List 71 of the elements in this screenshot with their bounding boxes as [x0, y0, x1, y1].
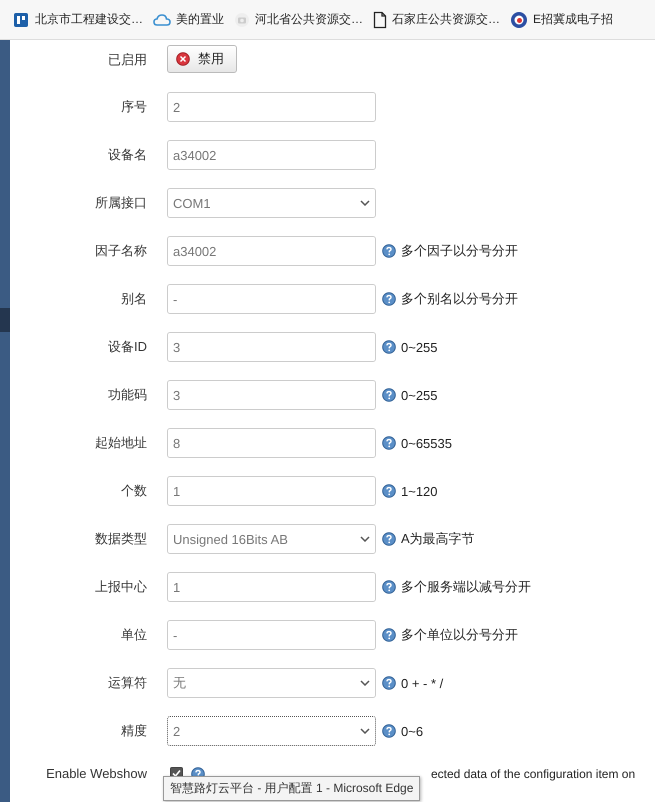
logo-icon — [510, 10, 528, 28]
field-label: 别名 — [120, 290, 147, 308]
help-icon — [382, 628, 396, 642]
help-icon — [382, 484, 396, 498]
help-icon — [382, 244, 396, 258]
hint-text: 0 + - * / — [401, 676, 444, 690]
input-field[interactable]: 3 — [167, 380, 376, 410]
help-icon — [382, 292, 396, 306]
field-label: 数据类型 — [94, 530, 147, 548]
hint-text: 0~255 — [401, 388, 438, 402]
hint-text: 多个服务端以减号分开 — [401, 578, 531, 596]
field-label: 已启用 — [107, 51, 147, 69]
bookmark-link[interactable]: 北京市工程建设交… — [12, 10, 143, 28]
close-icon — [176, 52, 190, 66]
building-icon — [12, 10, 30, 28]
dropdown[interactable]: Unsigned 16Bits AB — [167, 524, 376, 554]
hint-text: 0~255 — [401, 340, 438, 354]
chevron-down-icon — [360, 728, 370, 734]
help-icon — [382, 580, 396, 594]
field-label: 所属接口 — [94, 194, 147, 212]
field-label: 因子名称 — [94, 242, 147, 260]
hint-text: 多个别名以分号分开 — [401, 290, 518, 308]
field-label: Enable Webshow — [45, 766, 147, 781]
input-field[interactable]: 8 — [167, 428, 376, 458]
hint-text: 多个因子以分号分开 — [401, 242, 518, 260]
help-icon — [382, 436, 396, 450]
help-icon — [382, 724, 396, 738]
field-label: 运算符 — [107, 674, 147, 692]
input-field[interactable]: a34002 — [167, 236, 376, 266]
field-label: 设备ID — [107, 338, 147, 356]
hint-text: 0~65535 — [401, 436, 452, 450]
field-label: 设备名 — [107, 146, 147, 164]
document-icon — [373, 10, 387, 28]
chevron-down-icon — [360, 200, 370, 206]
hint-text: 多个单位以分号分开 — [401, 626, 518, 644]
hint-text: ected data of the configuration item on — [431, 766, 636, 780]
bookmark-link[interactable]: 美的置业 — [153, 11, 224, 28]
input-field[interactable]: - — [167, 284, 376, 314]
dropdown[interactable]: 2 — [167, 716, 376, 746]
field-label: 精度 — [120, 722, 147, 740]
dropdown[interactable]: COM1 — [167, 188, 376, 218]
chevron-down-icon — [360, 536, 370, 542]
hint-text: A为最高字节 — [401, 530, 475, 548]
input-field[interactable]: 1 — [167, 476, 376, 506]
help-icon — [382, 676, 396, 690]
field-label: 个数 — [120, 482, 147, 500]
help-icon — [382, 340, 396, 354]
input-field[interactable]: 1 — [167, 572, 376, 602]
help-icon — [382, 388, 396, 402]
camera-icon — [234, 12, 250, 28]
input-field[interactable]: a34002 — [167, 140, 376, 170]
chevron-down-icon — [360, 680, 370, 686]
hint-text: 1~120 — [401, 484, 438, 498]
bookmark-link[interactable]: 河北省公共资源交… — [234, 11, 363, 28]
field-label: 上报中心 — [94, 578, 147, 596]
input-field[interactable]: - — [167, 620, 376, 650]
input-field[interactable]: 2 — [167, 92, 376, 122]
field-label: 单位 — [120, 626, 147, 644]
field-label: 功能码 — [107, 386, 147, 404]
field-label: 起始地址 — [94, 434, 147, 452]
disable-button[interactable]: 禁用 — [167, 45, 237, 73]
bookmark-link[interactable]: E招冀成电子招 — [510, 10, 614, 28]
field-label: 序号 — [120, 98, 147, 116]
dropdown[interactable]: 无 — [167, 668, 376, 698]
input-field[interactable]: 3 — [167, 332, 376, 362]
cloud-icon — [153, 12, 171, 26]
selection-marker — [0, 308, 10, 332]
bookmark-link[interactable]: 石家庄公共资源交… — [373, 10, 500, 28]
tooltip: 智慧路灯云平台 - 用户配置 1 - Microsoft Edge — [163, 776, 420, 801]
help-icon — [382, 532, 396, 546]
hint-text: 0~6 — [401, 724, 424, 738]
